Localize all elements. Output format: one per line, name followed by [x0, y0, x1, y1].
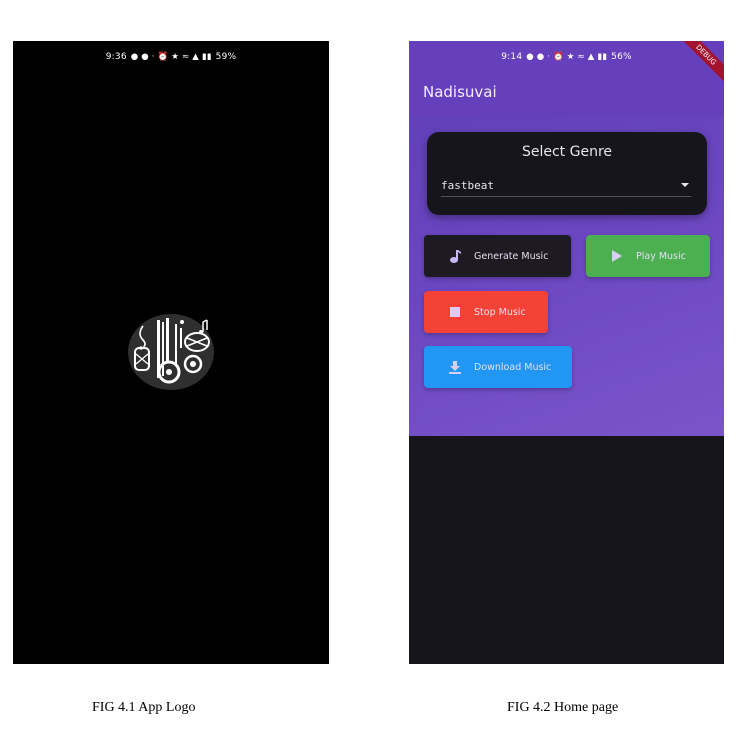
app-title: Nadisuvai — [423, 83, 497, 101]
app-logo-icon — [128, 314, 214, 390]
status-icons: ● ● · ⏰ ★ ≈ ▲ ▮▮ — [130, 52, 212, 62]
download-music-button[interactable]: Download Music — [424, 346, 572, 388]
genre-dropdown[interactable]: fastbeat — [441, 174, 691, 197]
splash-screen: 9:36 ● ● · ⏰ ★ ≈ ▲ ▮▮ 59% — [13, 41, 329, 664]
dropdown-arrow-icon — [681, 183, 689, 187]
status-icons: ● ● · ⏰ ★ ≈ ▲ ▮▮ — [526, 52, 608, 62]
figure-caption-1: FIG 4.1 App Logo — [92, 700, 196, 715]
music-note-icon — [448, 249, 462, 263]
download-music-label: Download Music — [474, 361, 552, 373]
stop-music-button[interactable]: Stop Music — [424, 291, 548, 333]
status-bar: 9:36 ● ● · ⏰ ★ ≈ ▲ ▮▮ 59% — [13, 41, 329, 73]
status-bar: 9:14 ● ● · ⏰ ★ ≈ ▲ ▮▮ 56% — [409, 41, 724, 73]
app-bar: 9:14 ● ● · ⏰ ★ ≈ ▲ ▮▮ 56% Nadisuvai — [409, 41, 724, 117]
generate-music-label: Generate Music — [474, 250, 549, 262]
status-time: 9:14 — [501, 52, 523, 62]
stop-icon — [448, 305, 462, 319]
download-icon — [448, 360, 462, 374]
home-screen: 9:14 ● ● · ⏰ ★ ≈ ▲ ▮▮ 56% Nadisuvai DEBU… — [409, 41, 724, 664]
genre-card: Select Genre fastbeat — [427, 132, 707, 215]
play-icon — [610, 249, 624, 263]
genre-selected-value: fastbeat — [441, 178, 494, 192]
stop-music-label: Stop Music — [474, 306, 526, 318]
figure-caption-2: FIG 4.2 Home page — [507, 700, 619, 715]
generate-music-button[interactable]: Generate Music — [424, 235, 571, 277]
status-battery: 56% — [611, 52, 632, 62]
play-music-label: Play Music — [636, 250, 686, 262]
status-time: 9:36 — [105, 52, 127, 62]
genre-title: Select Genre — [521, 144, 613, 160]
status-battery: 59% — [215, 52, 237, 62]
play-music-button[interactable]: Play Music — [586, 235, 710, 277]
